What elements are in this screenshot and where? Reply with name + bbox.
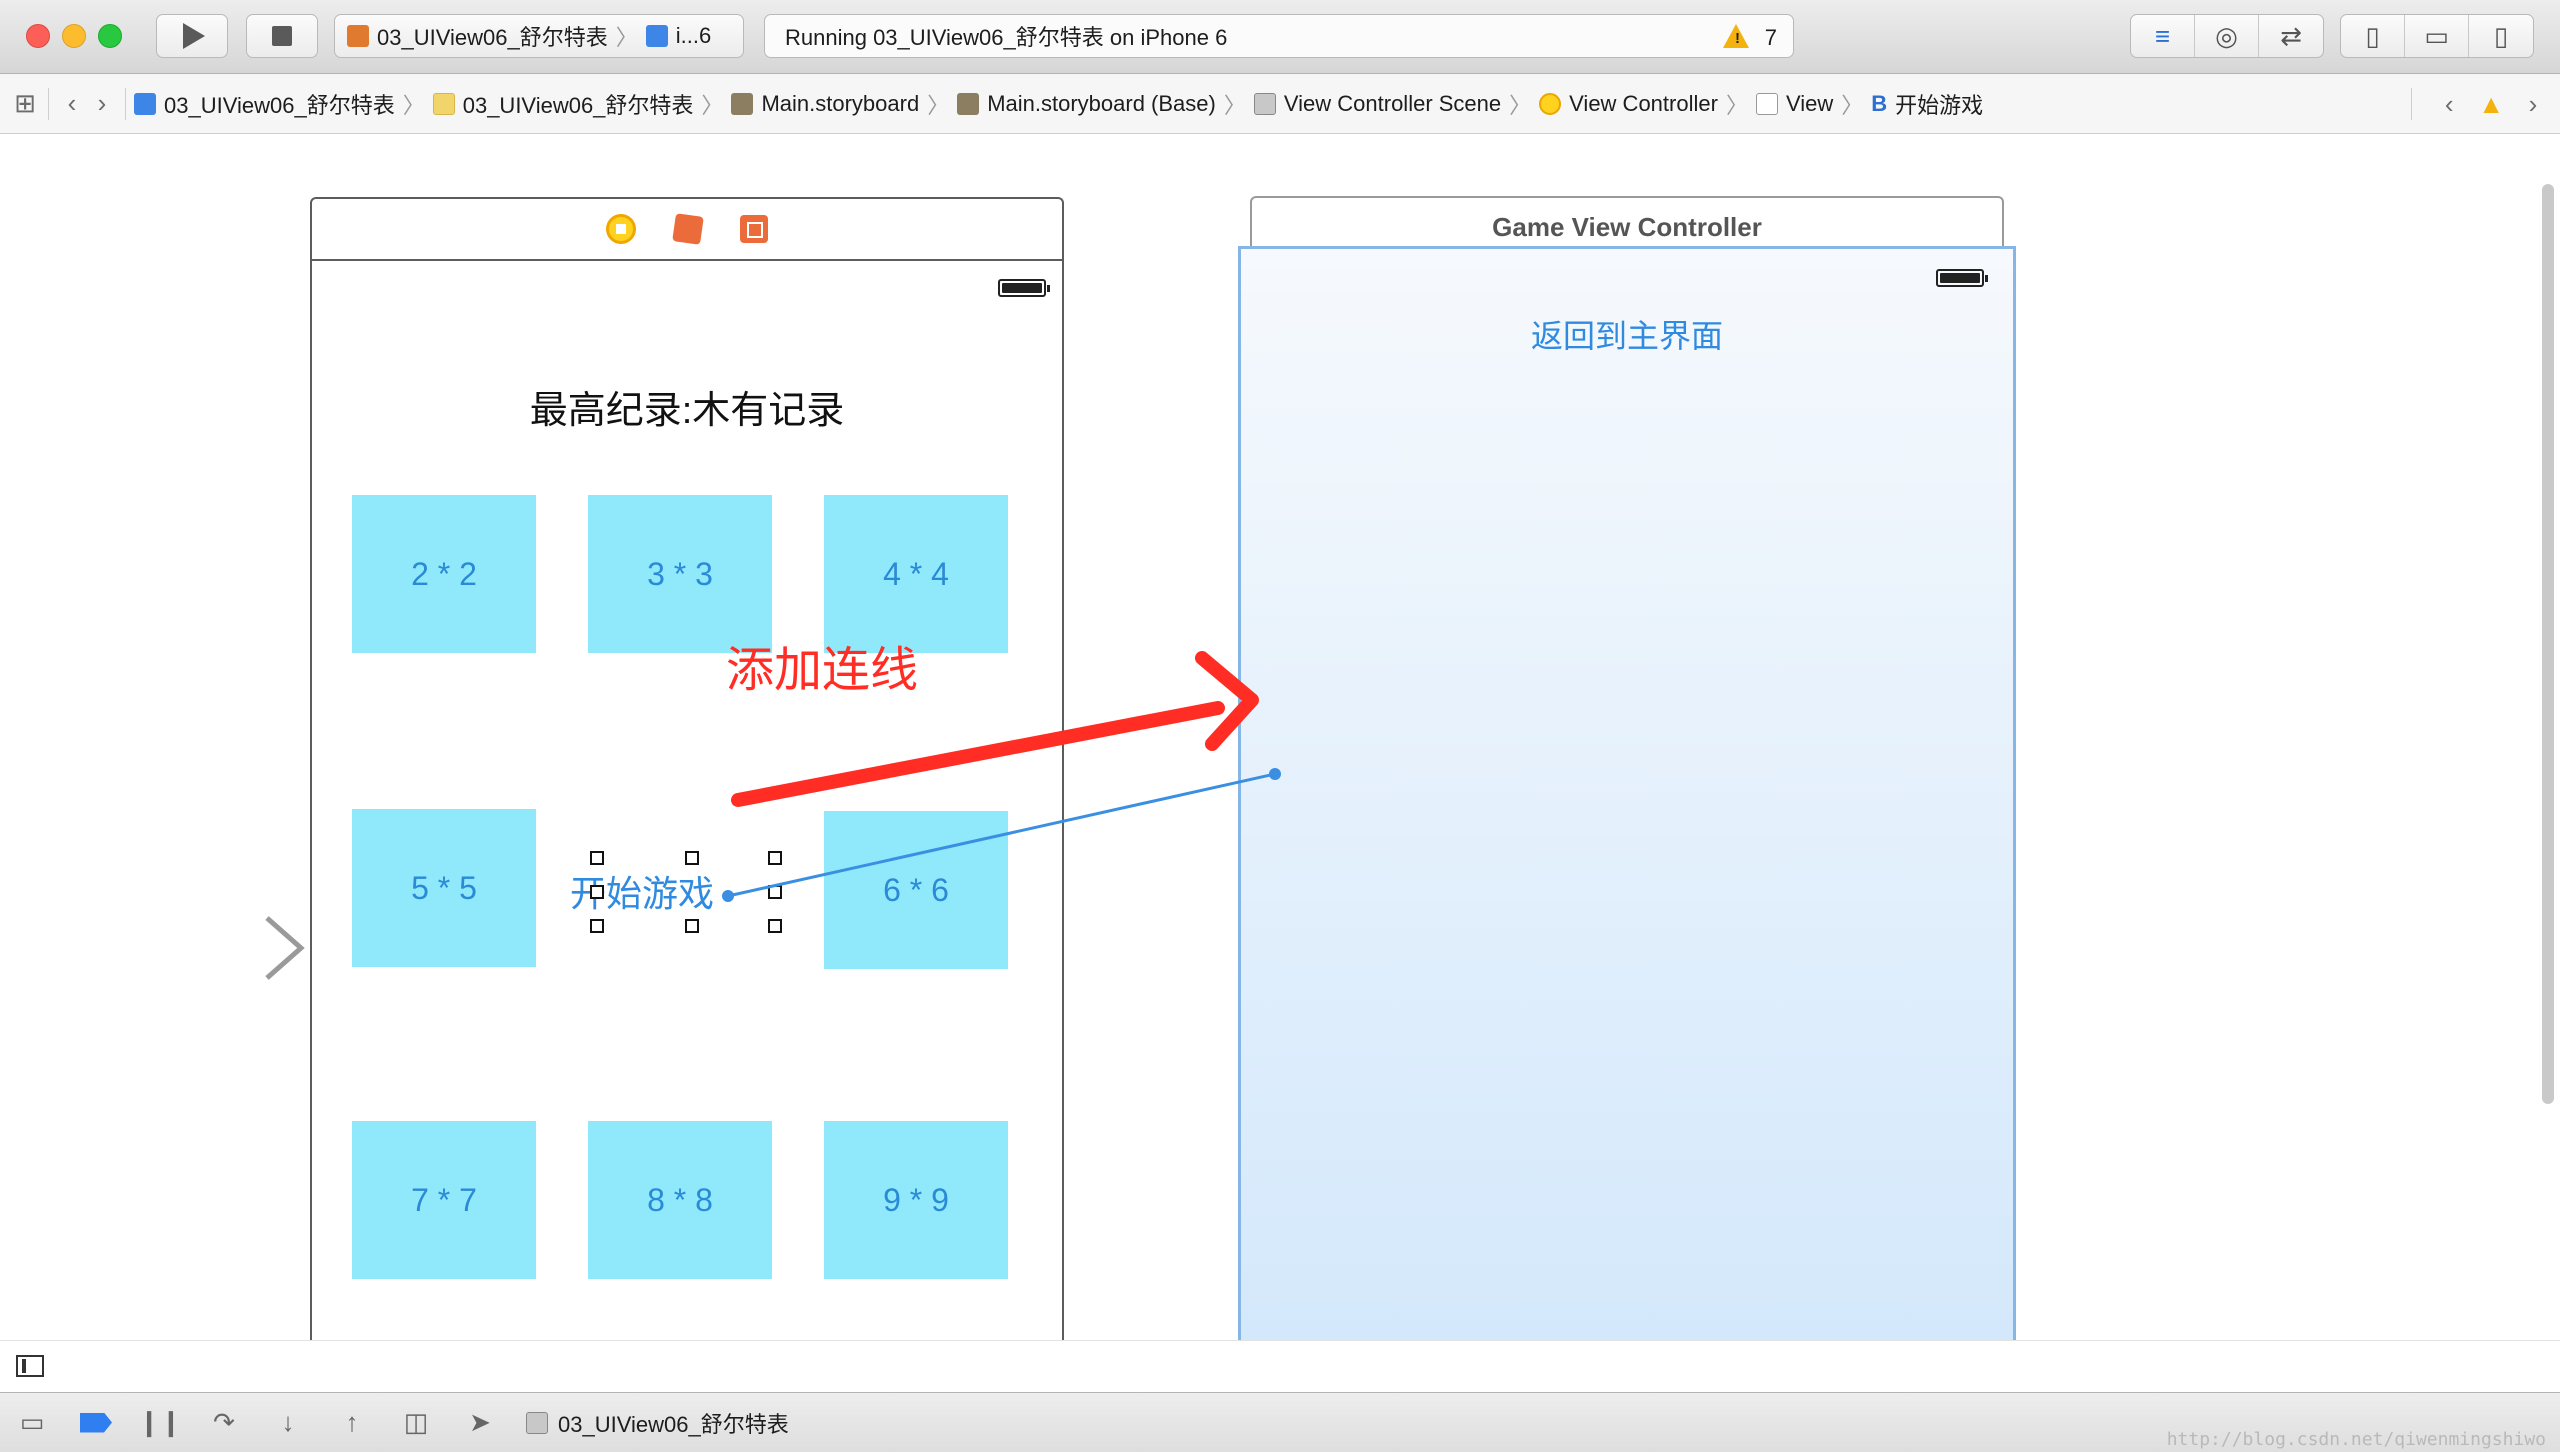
breadcrumb-storyboard-base[interactable]: Main.storyboard (Base) bbox=[957, 91, 1216, 117]
app-target-icon bbox=[526, 1411, 548, 1434]
simulate-location-icon[interactable]: ➤ bbox=[462, 1407, 498, 1438]
device-label: i...6 bbox=[675, 23, 712, 48]
pause-icon[interactable]: ❙❙ bbox=[138, 1407, 182, 1438]
editor-mode-control: ≡ ◎ ⇄ bbox=[2130, 14, 2324, 58]
zoom-window-button[interactable] bbox=[98, 24, 122, 48]
previous-issue-icon[interactable]: ‹ bbox=[2434, 89, 2464, 120]
debug-area-toggle-icon[interactable]: ▭ bbox=[2405, 15, 2469, 57]
breadcrumb-label: Main.storyboard bbox=[761, 90, 920, 116]
breadcrumb-label: 03_UIView06_舒尔特表 bbox=[462, 92, 694, 118]
device-icon bbox=[645, 25, 668, 47]
minimize-window-button[interactable] bbox=[62, 24, 86, 48]
breakpoint-icon bbox=[80, 1412, 112, 1433]
canvas-footer bbox=[0, 1340, 2560, 1392]
standard-editor-icon[interactable]: ≡ bbox=[2131, 15, 2195, 57]
breadcrumb-storyboard[interactable]: Main.storyboard bbox=[731, 91, 919, 117]
assistant-editor-icon[interactable]: ◎ bbox=[2195, 15, 2259, 57]
chevron-right-icon: 〉 bbox=[927, 92, 950, 118]
next-issue-icon[interactable]: › bbox=[2518, 89, 2548, 120]
view-icon bbox=[1755, 92, 1778, 115]
breadcrumb-project[interactable]: 03_UIView06_舒尔特表 bbox=[134, 88, 395, 120]
chevron-right-icon: 〉 bbox=[1509, 92, 1532, 118]
forward-arrow-icon[interactable]: › bbox=[87, 88, 117, 119]
document-outline-toggle-icon[interactable] bbox=[16, 1355, 44, 1377]
breadcrumb-label: 03_UIView06_舒尔特表 bbox=[164, 92, 395, 118]
watermark: http://blog.csdn.net/qiwenmingshiwo bbox=[2166, 1429, 2546, 1450]
status-text: Running 03_UIView06_舒尔特表 on iPhone 6 bbox=[785, 25, 1228, 50]
button-icon: B bbox=[1871, 90, 1888, 116]
breadcrumb-button[interactable]: B 开始游戏 bbox=[1871, 88, 1983, 120]
scheme-selector[interactable]: 03_UIView06_舒尔特表 〉 i...6 bbox=[334, 14, 744, 58]
chevron-right-icon: 〉 bbox=[701, 92, 724, 118]
storyboard-canvas[interactable]: 最高纪录:木有记录 2 * 2 3 * 3 4 * 4 5 * 5 6 * 6 … bbox=[0, 134, 2560, 1340]
chevron-right-icon: 〉 bbox=[1841, 92, 1864, 118]
chevron-right-icon: 〉 bbox=[615, 25, 638, 50]
view-controller-icon bbox=[1539, 92, 1562, 115]
step-into-icon[interactable]: ↓ bbox=[270, 1407, 306, 1438]
view-hierarchy-icon[interactable]: ◫ bbox=[398, 1407, 434, 1438]
project-icon bbox=[134, 92, 156, 115]
stop-button[interactable] bbox=[246, 14, 318, 58]
scene-icon bbox=[1253, 92, 1276, 115]
breadcrumb-label: 开始游戏 bbox=[1895, 92, 1984, 118]
scheme-label: 03_UIView06_舒尔特表 bbox=[377, 25, 608, 50]
breakpoints-toggle[interactable] bbox=[78, 1408, 114, 1438]
vertical-scrollbar[interactable] bbox=[2542, 184, 2554, 1104]
close-window-button[interactable] bbox=[26, 24, 50, 48]
run-button[interactable] bbox=[156, 14, 228, 58]
breadcrumb-scene[interactable]: View Controller Scene bbox=[1253, 90, 1502, 117]
warning-count[interactable]: 7 bbox=[1765, 25, 1777, 51]
breadcrumb-view[interactable]: View bbox=[1755, 90, 1834, 117]
app-target-icon bbox=[347, 25, 369, 47]
storyboard-icon bbox=[957, 92, 980, 115]
debug-target-label: 03_UIView06_舒尔特表 bbox=[558, 1411, 789, 1437]
step-out-icon[interactable]: ↑ bbox=[334, 1407, 370, 1438]
breadcrumb-label: Main.storyboard (Base) bbox=[987, 90, 1216, 116]
issue-navigation: ‹ ▲ › bbox=[2403, 74, 2560, 134]
breadcrumb-label: View bbox=[1785, 90, 1834, 116]
window-toolbar: 03_UIView06_舒尔特表 〉 i...6 Running 03_UIVi… bbox=[0, 0, 2560, 74]
back-arrow-icon[interactable]: ‹ bbox=[57, 88, 87, 119]
related-items-icon[interactable]: ⊞ bbox=[10, 88, 40, 119]
breadcrumb-label: View Controller Scene bbox=[1283, 90, 1502, 116]
version-editor-icon[interactable]: ⇄ bbox=[2259, 15, 2323, 57]
activity-status: Running 03_UIView06_舒尔特表 on iPhone 6 ! 7 bbox=[764, 14, 1794, 58]
view-toggle-control: ▯ ▭ ▯ bbox=[2340, 14, 2534, 58]
annotation-arrowhead-icon bbox=[1195, 651, 1259, 751]
jump-bar: ⊞ ‹ › 03_UIView06_舒尔特表 〉 03_UIView06_舒尔特… bbox=[0, 74, 2560, 134]
navigator-toggle-icon[interactable]: ▯ bbox=[2341, 15, 2405, 57]
breadcrumb-group[interactable]: 03_UIView06_舒尔特表 bbox=[432, 88, 694, 120]
connection-start-dot bbox=[722, 890, 734, 902]
debug-bar: ▭ ❙❙ ↷ ↓ ↑ ◫ ➤ 03_UIView06_舒尔特表 http://b… bbox=[0, 1392, 2560, 1452]
chevron-right-icon: 〉 bbox=[402, 92, 425, 118]
connection-end-dot bbox=[1269, 768, 1281, 780]
hide-debug-area-icon[interactable]: ▭ bbox=[14, 1407, 50, 1438]
chevron-right-icon: 〉 bbox=[1223, 92, 1246, 118]
chevron-right-icon: 〉 bbox=[1725, 92, 1748, 118]
warning-icon[interactable]: ▲ bbox=[2478, 89, 2504, 120]
step-over-icon[interactable]: ↷ bbox=[206, 1407, 242, 1438]
storyboard-icon bbox=[731, 92, 754, 115]
play-icon bbox=[183, 23, 205, 49]
annotation-arrow-shaft bbox=[731, 701, 1225, 807]
folder-icon bbox=[432, 92, 455, 115]
debug-target[interactable]: 03_UIView06_舒尔特表 bbox=[526, 1407, 789, 1439]
breadcrumb-view-controller[interactable]: View Controller bbox=[1539, 91, 1718, 117]
connection-overlay bbox=[722, 651, 1281, 902]
breadcrumb-label: View Controller bbox=[1569, 90, 1718, 116]
stop-icon bbox=[272, 26, 292, 46]
utilities-toggle-icon[interactable]: ▯ bbox=[2469, 15, 2533, 57]
annotation-label: 添加连线 bbox=[726, 644, 919, 697]
